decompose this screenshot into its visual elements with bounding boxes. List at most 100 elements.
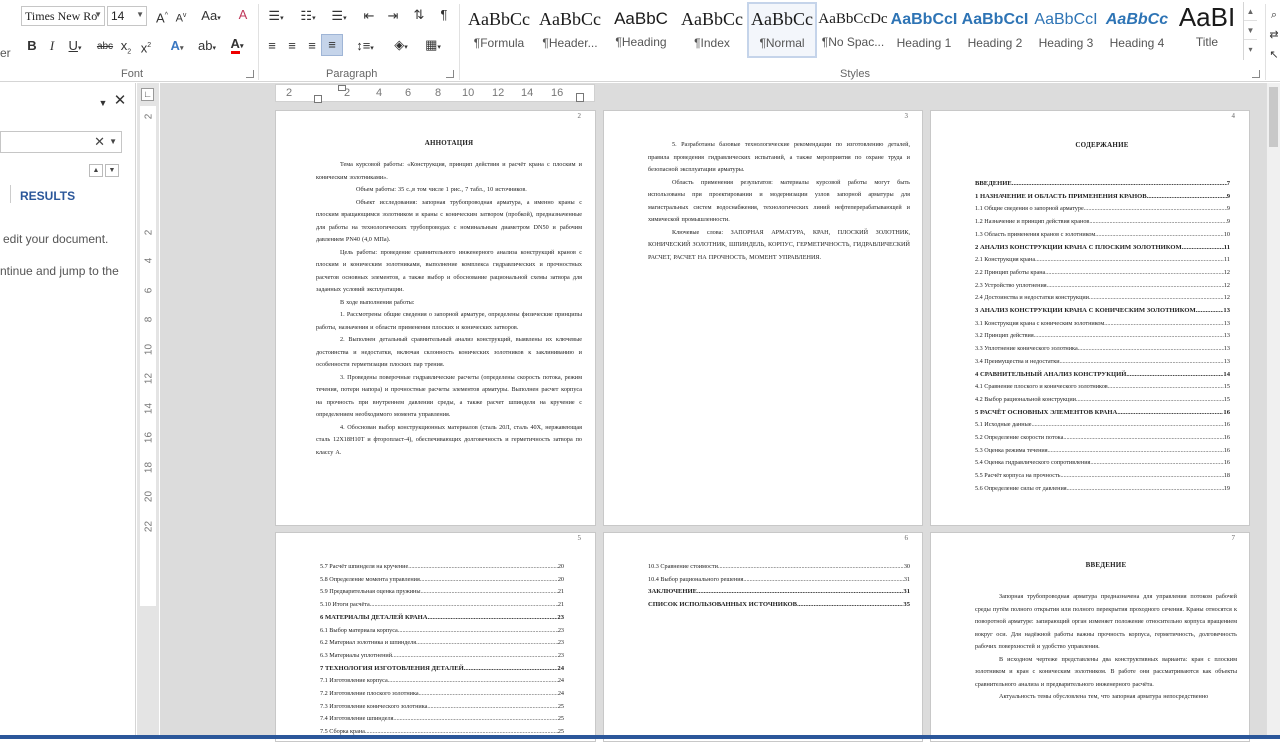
chevron-down-icon[interactable]: ▼	[136, 10, 144, 19]
grow-font-icon[interactable]: A^	[154, 7, 170, 27]
superscript-button[interactable]: x2	[138, 37, 154, 57]
style-title[interactable]: AaBI Title	[1172, 2, 1242, 58]
style-heading-2[interactable]: AaBbCcI Heading 2	[960, 2, 1030, 58]
toc-entry[interactable]: 3 АНАЛИЗ КОНСТРУКЦИИ КРАНА С КОНИЧЕСКИМ …	[975, 305, 1230, 318]
style-formula[interactable]: AaBbCc ¶Formula	[464, 2, 534, 58]
select-icon[interactable]: ↖	[1268, 46, 1280, 64]
toc-entry[interactable]: 7.2 Изготовление плоского золотника.....…	[320, 688, 564, 701]
toc-entry[interactable]: 7 ТЕХНОЛОГИЯ ИЗГОТОВЛЕНИЯ ДЕТАЛЕЙ.......…	[320, 663, 564, 676]
toc-entry[interactable]: 3.3 Уплотнение конического золотника....…	[975, 343, 1230, 356]
clear-search-icon[interactable]: ✕	[94, 134, 105, 150]
style-header[interactable]: AaBbCc ¶Header...	[535, 2, 605, 58]
numbering-icon[interactable]: ☷▾	[294, 7, 322, 28]
toc-entry[interactable]: 5.10 Итоги расчёта......................…	[320, 599, 564, 612]
vertical-scrollbar[interactable]	[1266, 83, 1280, 739]
justify-icon[interactable]: ≡	[321, 34, 343, 56]
increase-indent-icon[interactable]: ⇥	[384, 7, 402, 25]
toc-entry[interactable]: 10.3 Сравнение стоимости................…	[648, 561, 910, 574]
find-icon[interactable]: ⌕	[1268, 6, 1280, 24]
toc-entry[interactable]: 7.1 Изготовление корпуса................…	[320, 675, 564, 688]
page-2[interactable]: 2 АННОТАЦИЯ Тема курсовой работы: «Конст…	[275, 110, 596, 526]
toc-entry[interactable]: 5.9 Предварительная оценка пружины......…	[320, 586, 564, 599]
toc-entry[interactable]: 1 НАЗНАЧЕНИЕ И ОБЛАСТЬ ПРИМЕНЕНИЯ КРАНОВ…	[975, 191, 1230, 204]
change-case-icon[interactable]: Aa▾	[198, 7, 224, 28]
toc-entry[interactable]: 7.4 Изготовление шпинделя...............…	[320, 713, 564, 726]
toc-entry[interactable]: 4.1 Сравнение плоского и конического зол…	[975, 381, 1230, 394]
toc-entry[interactable]: 5.8 Определение момента управления......…	[320, 574, 564, 587]
scroll-thumb[interactable]	[1269, 87, 1278, 147]
font-size-combo[interactable]: 14 ▼	[107, 6, 147, 26]
toc-entry[interactable]: 5.1 Исходные данные.....................…	[975, 419, 1230, 432]
previous-result-button[interactable]: ▲	[89, 164, 103, 177]
underline-button[interactable]: U▾	[64, 37, 86, 58]
toc-entry[interactable]: 5.4 Оценка гидравлического сопротивления…	[975, 457, 1230, 470]
toc-entry[interactable]: 1.2 Назначение и принцип действия кранов…	[975, 216, 1230, 229]
next-result-button[interactable]: ▼	[105, 164, 119, 177]
strikethrough-button[interactable]: abc	[95, 38, 115, 56]
show-marks-icon[interactable]: ¶	[436, 6, 452, 24]
shading-icon[interactable]: ◈▾	[388, 36, 414, 57]
borders-icon[interactable]: ▦▾	[420, 36, 446, 57]
paragraph-dialog-launcher[interactable]	[446, 70, 454, 78]
toc-entry[interactable]: 10.4 Выбор рационального решения........…	[648, 574, 910, 587]
tab-results[interactable]: RESULTS	[20, 189, 75, 203]
text-effects-icon[interactable]: A▾	[165, 37, 189, 58]
highlight-icon[interactable]: ab▾	[195, 37, 219, 58]
page-4[interactable]: 4 СОДЕРЖАНИЕ ВВЕДЕНИЕ...................…	[930, 110, 1250, 526]
page-3[interactable]: 3 5. Разработаны базовые технологические…	[603, 110, 923, 526]
toc-entry[interactable]: ВВЕДЕНИЕ................................…	[975, 178, 1230, 191]
chevron-down-icon[interactable]: ▼	[1244, 21, 1257, 40]
subscript-button[interactable]: x2	[118, 37, 134, 62]
toc-entry[interactable]: 4 СРАВНИТЕЛЬНЫЙ АНАЛИЗ КОНСТРУКЦИЙ......…	[975, 369, 1230, 382]
align-center-icon[interactable]: ≡	[284, 37, 300, 55]
toc-entry[interactable]: 1.1 Общие сведения о запорной арматуре..…	[975, 203, 1230, 216]
align-right-icon[interactable]: ≡	[304, 37, 320, 55]
align-left-icon[interactable]: ≡	[264, 37, 280, 55]
sort-icon[interactable]: ⇅	[410, 6, 428, 24]
chevron-down-icon[interactable]: ▼	[109, 137, 117, 146]
bullets-icon[interactable]: ☰▾	[262, 7, 290, 28]
left-indent-marker[interactable]	[314, 95, 322, 103]
toc-entry[interactable]: 5.2 Определение скорости потока.........…	[975, 432, 1230, 445]
toc-entry[interactable]: 2.2 Принцип работы крана................…	[975, 267, 1230, 280]
bold-button[interactable]: B	[25, 37, 39, 55]
first-line-indent-marker[interactable]	[338, 85, 346, 91]
font-color-icon[interactable]: A▾	[225, 35, 249, 56]
toc-entry[interactable]: 7.3 Изготовление конического золотника..…	[320, 701, 564, 714]
toc-entry[interactable]: 6.1 Выбор материала корпуса.............…	[320, 625, 564, 638]
toc-entry[interactable]: 2.4 Достоинства и недостатки конструкции…	[975, 292, 1230, 305]
style-no-spacing[interactable]: AaBbCcDc ¶No Spac...	[818, 2, 888, 58]
toc-entry[interactable]: СПИСОК ИСПОЛЬЗОВАННЫХ ИСТОЧНИКОВ........…	[648, 599, 910, 612]
clear-formatting-icon[interactable]: A	[234, 6, 252, 24]
pane-options-icon[interactable]: ▼	[97, 94, 109, 112]
font-name-combo[interactable]: Times New Ro ▼	[21, 6, 105, 26]
toc-entry[interactable]: 2.3 Устройство уплотнения...............…	[975, 280, 1230, 293]
decrease-indent-icon[interactable]: ⇤	[360, 7, 378, 25]
toc-entry[interactable]: ЗАКЛЮЧЕНИЕ..............................…	[648, 586, 910, 599]
chevron-down-icon[interactable]: ▼	[94, 10, 102, 19]
close-icon[interactable]: ✕	[113, 92, 127, 110]
toc-entry[interactable]: 5.3 Оценка режима течения...............…	[975, 445, 1230, 458]
toc-entry[interactable]: 5.6 Определение силы от давления........…	[975, 483, 1230, 496]
style-normal[interactable]: AaBbCc ¶Normal	[747, 2, 817, 58]
style-index[interactable]: AaBbCc ¶Index	[677, 2, 747, 58]
page-6[interactable]: 6 10.3 Сравнение стоимости..............…	[603, 532, 923, 742]
italic-button[interactable]: I	[45, 37, 59, 55]
style-heading-3[interactable]: AaBbCcI Heading 3	[1031, 2, 1101, 58]
shrink-font-icon[interactable]: Av	[173, 7, 189, 28]
toc-entry[interactable]: 3.1 Конструкция крана с коническим золот…	[975, 318, 1230, 331]
toc-entry[interactable]: 5 РАСЧЁТ ОСНОВНЫХ ЭЛЕМЕНТОВ КРАНА.......…	[975, 407, 1230, 420]
style-heading[interactable]: AaBbC ¶Heading	[606, 2, 676, 58]
toc-entry[interactable]: 5.7 Расчёт шпинделя на кручение.........…	[320, 561, 564, 574]
toc-entry[interactable]: 3.2 Принцип действия....................…	[975, 330, 1230, 343]
toc-entry[interactable]: 1.3 Область применения кранов с золотник…	[975, 229, 1230, 242]
line-spacing-icon[interactable]: ↕≡▾	[352, 37, 378, 58]
ruler-tab-selector[interactable]: ∟	[141, 88, 154, 101]
toc-entry[interactable]: 5.5 Расчёт корпуса на прочность.........…	[975, 470, 1230, 483]
style-heading-1[interactable]: AaBbCcI Heading 1	[889, 2, 959, 58]
multilevel-list-icon[interactable]: ☰▾	[326, 7, 352, 28]
page-5[interactable]: 5 5.7 Расчёт шпинделя на кручение.......…	[275, 532, 596, 742]
toc-entry[interactable]: 6 МАТЕРИАЛЫ ДЕТАЛЕЙ КРАНА...............…	[320, 612, 564, 625]
styles-dialog-launcher[interactable]	[1252, 70, 1260, 78]
right-indent-marker[interactable]	[576, 93, 584, 102]
